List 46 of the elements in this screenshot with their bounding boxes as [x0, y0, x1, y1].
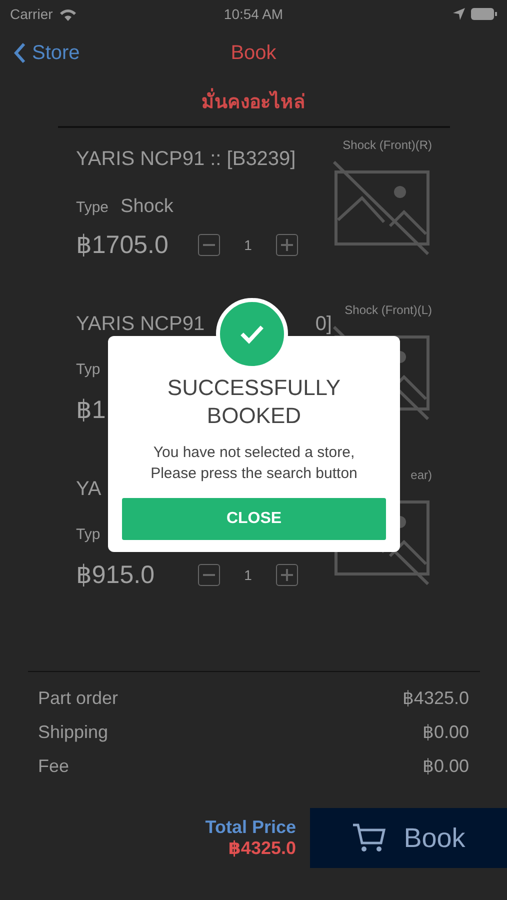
plus-icon: [281, 569, 293, 581]
increase-button[interactable]: [276, 234, 298, 256]
total-price-label: Total Price: [205, 817, 296, 838]
type-label: Typ: [76, 361, 100, 378]
part-title: YARIS NCP91: [76, 313, 205, 337]
part-price: ฿915.0: [76, 561, 154, 589]
dialog-message: You have not selected a store, Please press the search button: [150, 443, 358, 484]
part-title: YARIS NCP91 :: [B3239]: [76, 148, 296, 172]
type-value: Shock: [120, 196, 174, 218]
dialog-title: SUCCESSFULLY BOOKED: [166, 374, 342, 430]
image-label: ear): [410, 468, 432, 482]
part-price: ฿1705.0: [76, 231, 168, 259]
image-label: Shock (Front)(L): [344, 303, 432, 317]
wifi-icon: [58, 8, 77, 20]
minus-icon: [203, 244, 215, 246]
image-label: Shock (Front)(R): [342, 138, 432, 152]
increase-button[interactable]: [276, 564, 298, 586]
decrease-button[interactable]: [198, 234, 220, 256]
battery-icon: [471, 8, 497, 20]
summary-value: ฿4325.0: [402, 688, 469, 710]
summary-label: Shipping: [38, 722, 108, 744]
quantity-value: 1: [244, 237, 252, 253]
summary-value: ฿0.00: [422, 722, 469, 744]
part-price: ฿1: [76, 396, 106, 424]
back-chevron-icon: [14, 43, 26, 63]
summary-value: ฿0.00: [422, 756, 469, 778]
type-label: Type: [76, 199, 109, 216]
close-button[interactable]: CLOSE: [122, 498, 386, 540]
summary-label: Part order: [38, 688, 118, 710]
image-placeholder-icon: [332, 160, 432, 256]
carrier-name: Carrier: [10, 6, 53, 22]
back-button[interactable]: Store: [14, 42, 80, 64]
part-title: YA: [76, 478, 102, 502]
cart-icon: [352, 823, 386, 853]
location-arrow-icon: [453, 8, 465, 20]
clock-time: 10:54 AM: [224, 6, 284, 22]
book-button[interactable]: Book: [310, 808, 507, 868]
plus-icon: [281, 239, 293, 251]
nav-title: Book: [230, 42, 276, 64]
total-price-value: ฿4325.0: [228, 838, 296, 859]
decrease-button[interactable]: [198, 564, 220, 586]
summary-label: Fee: [38, 756, 70, 778]
type-label: Typ: [76, 526, 100, 543]
quantity-value: 1: [244, 567, 252, 583]
part-title: 0]: [315, 313, 332, 337]
minus-icon: [203, 574, 215, 576]
